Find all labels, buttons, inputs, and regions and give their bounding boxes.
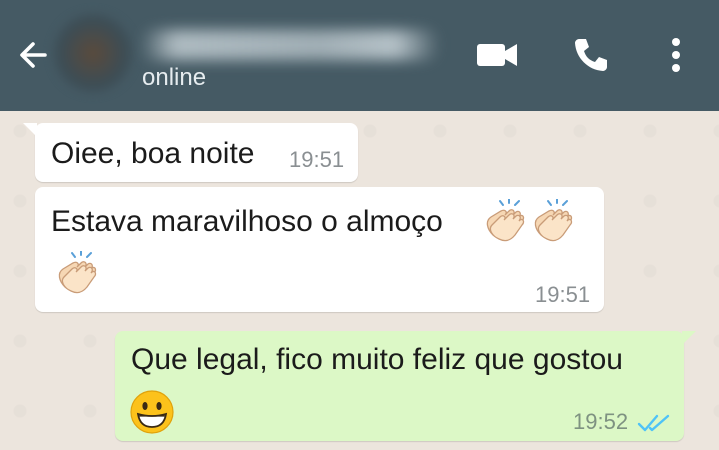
chat-header: online [0,0,719,111]
incoming-message[interactable]: Oiee, boa noite 19:51 [23,123,358,182]
message-text: Estava maravilhoso o almoço [51,205,443,238]
clapping-hands-icon [527,198,575,250]
read-double-check-icon [637,413,671,438]
message-time: 19:51 [289,147,345,172]
message-text: Que legal, fico muito feliz que gostou [131,343,623,376]
video-call-icon[interactable] [472,34,522,76]
message-text: Oiee, boa noite [51,137,255,170]
message-time: 19:52 [573,409,629,434]
contact-status: online [142,64,207,91]
outgoing-message[interactable]: Que legal, fico muito feliz que gostou 1… [115,331,696,441]
contact-name[interactable] [140,30,440,60]
more-options-icon[interactable] [660,34,692,76]
clapping-hands-icon [51,250,99,302]
message-time: 19:51 [535,282,591,307]
phone-icon[interactable] [568,34,614,76]
back-arrow-icon[interactable] [12,34,54,76]
contact-avatar[interactable] [52,12,134,94]
bubble-tail [682,331,696,345]
bubble-tail [23,123,37,137]
clapping-hands-icon [479,198,527,250]
chat-area[interactable]: Oiee, boa noite 19:51 Estava maravilhoso… [0,111,719,450]
grinning-face-icon [129,389,175,440]
incoming-message[interactable]: Estava maravilhoso o almoço 19:51 [35,187,604,312]
